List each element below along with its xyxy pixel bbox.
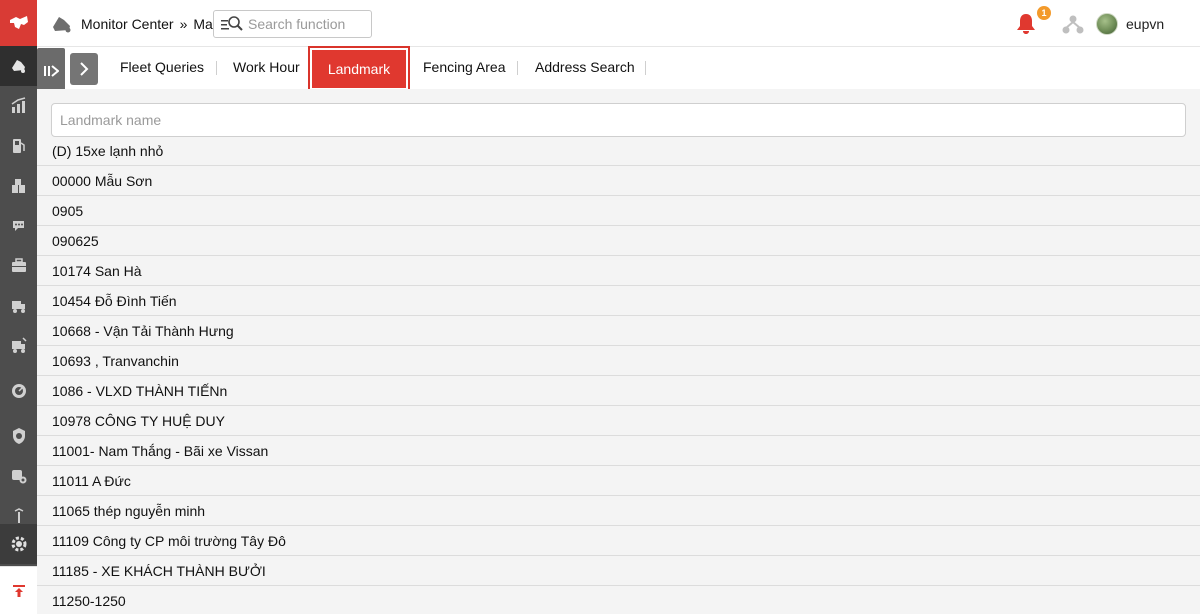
tab-work-hour[interactable]: Work Hour [233,59,300,75]
username[interactable]: eupvn [1126,16,1164,32]
list-item[interactable]: 090625 [37,226,1200,256]
monitor-car-icon[interactable] [0,46,37,86]
monitor-car-icon [53,17,71,33]
list-item[interactable]: 11185 - XE KHÁCH THÀNH BƯỞI [37,556,1200,586]
notification-bell-icon[interactable] [1015,12,1037,36]
top-header: Monitor Center » Map 1 eupvn [37,0,1200,47]
tab-bar: Fleet Queries Work Hour Landmark Fencing… [37,46,1200,93]
left-rail [0,0,37,614]
list-item[interactable]: 0905 [37,196,1200,226]
tab-address-search[interactable]: Address Search [535,59,635,75]
landmark-name-input[interactable] [51,103,1186,137]
tab-fleet-queries[interactable]: Fleet Queries [120,59,204,75]
search-function-input[interactable] [248,16,368,32]
tab-divider [216,61,217,75]
tab-landmark-label: Landmark [312,50,406,88]
chevron-right-icon [80,62,89,76]
vehicle-service-icon[interactable] [0,326,37,366]
avatar[interactable] [1096,13,1118,35]
tab-divider [517,61,518,75]
tab-landmark[interactable]: Landmark [308,46,410,92]
list-item[interactable]: 1086 - VLXD THÀNH TIẾNn [37,376,1200,406]
list-item[interactable]: 11001- Nam Thắng - Bãi xe Vissan [37,436,1200,466]
list-item[interactable]: 11109 Công ty CP môi trường Tây Đô [37,526,1200,556]
list-item[interactable]: 10668 - Vận Tải Thành Hưng [37,316,1200,346]
landmark-panel: (D) 15xe lạnh nhỏ 00000 Mẫu Sơn 0905 090… [37,89,1200,614]
speedometer-icon[interactable] [0,371,37,411]
list-item[interactable]: 10978 CÔNG TY HUỆ DUY [37,406,1200,436]
report-chart-icon[interactable] [0,86,37,126]
tab-divider [645,61,646,75]
breadcrumb-root[interactable]: Monitor Center [81,16,174,32]
tab-fencing-area[interactable]: Fencing Area [423,59,506,75]
list-item[interactable]: 10693 , Tranvanchin [37,346,1200,376]
breadcrumb: Monitor Center » Map [51,14,221,34]
collapse-panel-button[interactable] [37,48,65,93]
list-item[interactable]: (D) 15xe lạnh nhỏ [37,136,1200,166]
search-icon [221,16,243,31]
cargo-boxes-icon[interactable] [0,166,37,206]
gear-icon[interactable] [0,524,37,564]
fuel-pump-icon[interactable] [0,126,37,166]
next-panel-button[interactable] [70,53,98,85]
vehicle-settings-icon[interactable] [0,456,37,496]
list-item[interactable]: 10454 Đỗ Đình Tiến [37,286,1200,316]
search-function-box[interactable] [213,10,372,38]
list-item[interactable]: 11011 A Đức [37,466,1200,496]
list-item[interactable]: 10174 San Hà [37,256,1200,286]
list-item[interactable]: 00000 Mẫu Sơn [37,166,1200,196]
map-logo-icon[interactable] [0,0,37,46]
landmark-list: (D) 15xe lạnh nhỏ 00000 Mẫu Sơn 0905 090… [37,136,1200,614]
list-item[interactable]: 11250-1250 [37,586,1200,614]
list-item[interactable]: 11065 thép nguyễn minh [37,496,1200,526]
shield-icon[interactable] [0,416,37,456]
driver-chat-icon[interactable] [0,206,37,246]
app-root: Monitor Center » Map 1 eupvn [0,0,1200,614]
vehicle-tools-icon[interactable] [0,286,37,326]
briefcase-icon[interactable] [0,246,37,286]
notification-badge: 1 [1037,6,1051,20]
breadcrumb-separator: » [179,16,188,32]
collapse-icon [44,64,59,77]
scroll-top-icon[interactable] [0,566,37,614]
user-network-icon[interactable] [1062,14,1084,34]
